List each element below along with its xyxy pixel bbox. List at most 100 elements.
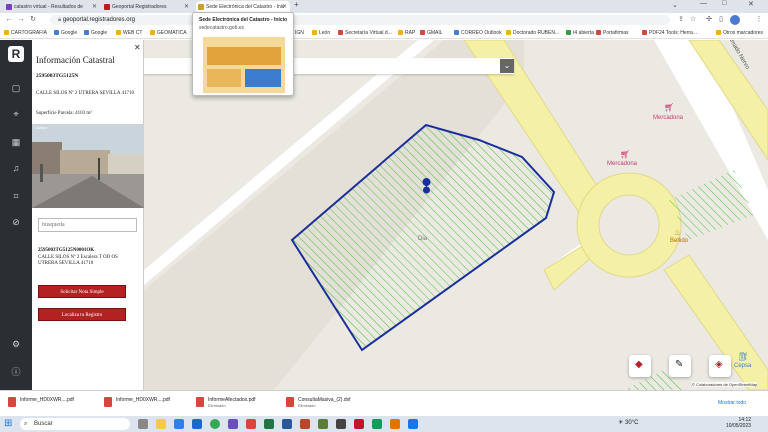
layers-icon[interactable]: ▢ bbox=[10, 82, 22, 94]
back-icon[interactable]: ← bbox=[4, 15, 14, 25]
download-item[interactable]: Informe_HD0XWR....pdf bbox=[8, 397, 74, 407]
crop-icon[interactable]: ⌗ bbox=[10, 190, 22, 202]
tab-label: Geoportal Registradores bbox=[112, 4, 167, 10]
taskbar-search[interactable]: ⌕ Buscar bbox=[20, 418, 130, 430]
bookmark-item[interactable]: GMAIL bbox=[420, 27, 443, 39]
download-item[interactable]: InformeAfectados.pdf Eliminado bbox=[196, 397, 256, 408]
share-icon[interactable]: ⇪ bbox=[676, 15, 686, 25]
word-icon[interactable] bbox=[282, 419, 292, 429]
locate-registry-button[interactable]: Localiza tu Registro bbox=[38, 308, 126, 321]
bookmark-item[interactable]: León bbox=[312, 27, 330, 39]
new-tab-icon[interactable]: + bbox=[294, 0, 299, 9]
bookmark-item[interactable]: CORREO Outlook bbox=[454, 27, 502, 39]
poi-label[interactable]: Bellido bbox=[670, 238, 688, 244]
bookmark-item[interactable]: Otros marcadores bbox=[716, 27, 763, 39]
qgis-icon[interactable] bbox=[318, 419, 328, 429]
app-icon[interactable] bbox=[372, 419, 382, 429]
menu-icon[interactable]: ⋮ bbox=[754, 15, 764, 25]
url-text: geoportal.registradores.org bbox=[62, 17, 135, 23]
star-icon[interactable]: ☆ bbox=[688, 15, 698, 25]
app-icon[interactable] bbox=[408, 419, 418, 429]
layers-button[interactable]: ◈ bbox=[709, 355, 731, 377]
search-icon: ⌕ bbox=[24, 421, 28, 427]
poi-label[interactable]: Mercadona bbox=[653, 115, 683, 121]
minimize-icon[interactable]: — bbox=[700, 0, 707, 7]
bookmark-item[interactable]: GEOMATICA bbox=[150, 27, 187, 39]
tab-search-icon[interactable]: ⌄ bbox=[672, 1, 678, 9]
clock[interactable]: 14:12 10/05/2023 bbox=[726, 417, 751, 429]
show-all-downloads-link[interactable]: Mostrar todo bbox=[718, 400, 746, 406]
address-bar: ← → ↻ 🔒︎ geoportal.registradores.org ⇪ ☆… bbox=[0, 13, 768, 27]
result-reference[interactable]: 2595003TG5125N0001OK bbox=[38, 248, 94, 253]
extensions-icon[interactable]: ✣ bbox=[704, 15, 714, 25]
start-icon[interactable]: ⊞ bbox=[4, 418, 12, 429]
brush-icon: ✎ bbox=[675, 359, 684, 370]
info-icon[interactable]: ⓘ bbox=[10, 366, 22, 378]
poi-label[interactable]: Cepsa bbox=[734, 363, 751, 369]
bookmarks-bar: CARTOGRAFIA Google Google WEB CT GEOMATI… bbox=[0, 27, 768, 39]
forward-icon[interactable]: → bbox=[16, 15, 26, 25]
tooltip-thumbnail bbox=[203, 37, 285, 93]
excel-icon[interactable] bbox=[264, 419, 274, 429]
bookmark-item[interactable]: CARTOGRAFIA bbox=[4, 27, 47, 39]
tab-label: catastro virtual - Resultados de bbox=[14, 4, 83, 10]
avatar[interactable] bbox=[730, 15, 740, 25]
close-icon[interactable]: ✕ bbox=[134, 43, 141, 52]
teams-icon[interactable] bbox=[228, 419, 238, 429]
bookmark-item[interactable]: PDF24 Tools: Herra... bbox=[642, 27, 697, 39]
location-pin-icon[interactable]: ⌖ bbox=[10, 108, 22, 120]
tab-geoportal[interactable]: Geoportal Registradores ✕ bbox=[102, 1, 192, 13]
tooltip-domain: sedecatastro.gob.es bbox=[199, 25, 245, 31]
bell-icon[interactable]: ♫ bbox=[10, 162, 22, 174]
app-icon[interactable] bbox=[336, 419, 346, 429]
compass-icon[interactable]: ⊘ bbox=[10, 216, 22, 228]
bookmark-item[interactable]: Google bbox=[54, 27, 77, 39]
sidebar-icon[interactable]: ▯ bbox=[716, 15, 726, 25]
map-tool-button[interactable]: ◆ bbox=[629, 355, 651, 377]
edge-icon[interactable] bbox=[192, 419, 202, 429]
bookmark-item[interactable]: WEB CT bbox=[116, 27, 142, 39]
outlook-icon[interactable] bbox=[174, 419, 184, 429]
shop-icon: 🛒︎ bbox=[620, 150, 631, 159]
poi-label[interactable]: Mercadona bbox=[607, 161, 637, 167]
search-input[interactable] bbox=[38, 218, 137, 232]
tab-catastro-search[interactable]: catastro virtual - Resultados de ✕ bbox=[4, 1, 100, 13]
tooltip-title: Sede Electrónica del Catastro - Inicio bbox=[199, 17, 288, 23]
map-attribution[interactable]: © Colaboradores de OpenStreetMap bbox=[692, 382, 758, 387]
diamond-icon: ◆ bbox=[635, 359, 643, 370]
app-icon[interactable] bbox=[390, 419, 400, 429]
bookmark-item[interactable]: RAP bbox=[398, 27, 415, 39]
bookmark-item[interactable]: Google bbox=[84, 27, 107, 39]
request-note-button[interactable]: Solicitar Nota Simple bbox=[38, 285, 126, 298]
download-item[interactable]: ConsultaMasiva_(2).dxf Eliminado bbox=[286, 397, 351, 408]
acrobat-icon[interactable] bbox=[246, 419, 256, 429]
url-input[interactable]: 🔒︎ geoportal.registradores.org bbox=[50, 15, 670, 25]
downloads-bar: Informe_HD0XWR....pdf Informe_HD0XWR....… bbox=[0, 390, 768, 416]
close-icon[interactable]: ✕ bbox=[92, 1, 97, 13]
settings-icon[interactable]: ⚙ bbox=[10, 338, 22, 350]
bookmark-item[interactable]: Doctorado RUBEN... bbox=[506, 27, 559, 39]
map-tool-button[interactable]: ✎ bbox=[669, 355, 691, 377]
powerpoint-icon[interactable] bbox=[300, 419, 310, 429]
tab-bar: catastro virtual - Resultados de ✕ Geopo… bbox=[0, 0, 768, 13]
chrome-icon[interactable] bbox=[210, 419, 220, 429]
table-icon[interactable]: ▦ bbox=[10, 136, 22, 148]
tab-favicon-icon bbox=[104, 4, 110, 10]
close-window-icon[interactable]: ✕ bbox=[748, 0, 754, 8]
bookmark-item[interactable]: Portafirmas bbox=[596, 27, 629, 39]
weather-icon[interactable]: ☀ 30°C bbox=[618, 419, 638, 426]
download-item[interactable]: Informe_HD0XWR....pdf bbox=[104, 397, 170, 407]
close-icon[interactable]: ✕ bbox=[184, 1, 189, 13]
bookmark-item[interactable]: t4 abierta bbox=[566, 27, 594, 39]
task-view-icon[interactable] bbox=[138, 419, 148, 429]
tab-label: Sede Electrónica del Catastro - Inic bbox=[206, 4, 285, 10]
bookmark-item[interactable]: Secretaría Virtual d... bbox=[338, 27, 392, 39]
maximize-icon[interactable]: □ bbox=[722, 0, 726, 7]
file-explorer-icon[interactable] bbox=[156, 419, 166, 429]
chevron-down-icon[interactable]: ⌄ bbox=[500, 59, 514, 73]
poi-label[interactable]: Dia bbox=[418, 236, 427, 242]
windows-taskbar: ⊞ ⌕ Buscar ☀ 30°C 14:12 10/05/2023 bbox=[0, 416, 768, 432]
app-logo[interactable]: R bbox=[8, 46, 24, 62]
autocad-icon[interactable] bbox=[354, 419, 364, 429]
reload-icon[interactable]: ↻ bbox=[28, 15, 38, 25]
